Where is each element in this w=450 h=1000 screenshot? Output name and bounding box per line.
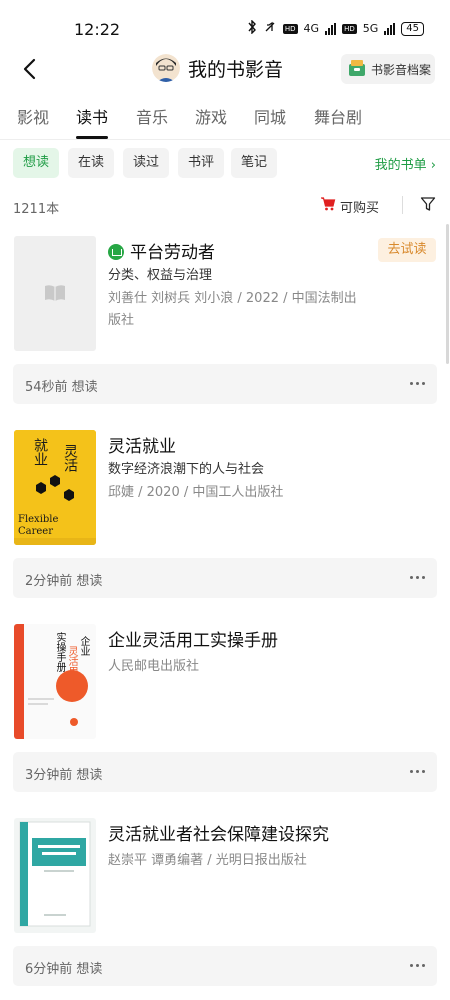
tab-games[interactable]: 游戏 [195, 104, 227, 128]
book-meta: 人民邮电出版社 [108, 659, 200, 674]
buyable-filter[interactable]: 可购买 [320, 196, 379, 216]
buyable-label: 可购买 [340, 200, 380, 216]
more-icon[interactable] [410, 770, 425, 773]
mute-icon [263, 20, 277, 37]
bluetooth-icon [247, 19, 257, 37]
book-cover[interactable]: 灵活 就业 Flexible Career [14, 430, 96, 545]
divider [402, 196, 403, 214]
status-icons: HD 4G HD 5G 45 [247, 19, 424, 37]
archive-button[interactable]: 书影音档案 [341, 54, 435, 84]
chevron-right-icon: › [426, 158, 436, 173]
more-icon[interactable] [410, 382, 425, 385]
battery-icon: 45 [401, 21, 424, 36]
title-wrap: 我的书影音 [152, 54, 283, 82]
category-tabs: 影视 读书 音乐 游戏 同城 舞台剧 [0, 104, 450, 140]
cover-en-2: Career [18, 526, 54, 537]
cart-icon [320, 196, 336, 216]
book-title[interactable]: 灵活就业者社会保障建设探究 [108, 820, 329, 845]
chip-want-read[interactable]: 想读 [13, 148, 59, 178]
hd-badge-2: HD [342, 23, 357, 34]
svg-text:就业: 就业 [32, 438, 48, 466]
header: 我的书影音 书影音档案 [0, 50, 450, 90]
cover-title-c: 实操手册 [54, 632, 65, 672]
signal-icon-2 [384, 22, 396, 35]
book-meta: 邱婕 / 2020 / 中国工人出版社 [108, 485, 284, 500]
tab-active-indicator [76, 136, 108, 139]
scrollbar[interactable] [446, 224, 449, 364]
item-footer: 54秒前 想读 [13, 364, 437, 404]
book-cover-placeholder[interactable] [14, 236, 96, 351]
chip-notes[interactable]: 笔记 [231, 148, 277, 178]
footer-time: 3分钟前 想读 [25, 768, 103, 783]
book-icon [44, 284, 66, 306]
my-booklist-link[interactable]: 我的书单 › [375, 154, 436, 173]
avatar[interactable] [152, 54, 180, 82]
cover-art [19, 821, 91, 927]
tab-stage[interactable]: 舞台剧 [314, 104, 362, 128]
book-cover[interactable] [14, 818, 96, 933]
more-icon[interactable] [410, 964, 425, 967]
book-subtitle: 数字经济浪潮下的人与社会 [108, 462, 265, 477]
book-title[interactable]: 灵活就业 [108, 432, 176, 457]
book-meta: 刘善仕 刘树兵 刘小浪 / 2022 / 中国法制出版社 [108, 291, 357, 328]
back-icon[interactable] [18, 56, 44, 82]
more-icon[interactable] [410, 576, 425, 579]
trial-read-button[interactable]: 去试读 [378, 238, 436, 262]
tab-local[interactable]: 同城 [254, 104, 286, 128]
status-time: 12:22 [74, 20, 121, 39]
book-title-text: 平台劳动者 [130, 243, 215, 263]
archive-label: 书影音档案 [371, 62, 432, 77]
chip-reading[interactable]: 在读 [68, 148, 114, 178]
page-title: 我的书影音 [188, 58, 284, 81]
readable-icon [108, 244, 124, 260]
book-meta: 赵崇平 谭勇编著 / 光明日报出版社 [108, 853, 307, 868]
tab-books[interactable]: 读书 [76, 104, 108, 128]
chip-reviews[interactable]: 书评 [178, 148, 224, 178]
hd-badge-1: HD [282, 23, 298, 34]
book-title[interactable]: 企业灵活用工实操手册 [108, 626, 278, 651]
item-footer: 3分钟前 想读 [13, 752, 437, 792]
signal-icon-1 [325, 22, 337, 35]
network-4g-label: 4G [303, 22, 320, 35]
status-bar: 12:22 HD 4G HD 5G 45 [0, 0, 450, 50]
chip-read[interactable]: 读过 [123, 148, 169, 178]
footer-time: 2分钟前 想读 [25, 574, 103, 589]
book-title[interactable]: 平台劳动者 [108, 238, 215, 263]
svg-text:灵活: 灵活 [62, 444, 78, 472]
item-footer: 6分钟前 想读 [13, 946, 437, 986]
cover-en-1: Flexible [18, 514, 59, 525]
archive-icon [347, 58, 367, 81]
footer-time: 54秒前 想读 [25, 380, 98, 395]
tab-movies[interactable]: 影视 [17, 104, 49, 128]
book-count: 1211本 [13, 202, 60, 217]
item-footer: 2分钟前 想读 [13, 558, 437, 598]
footer-time: 6分钟前 想读 [25, 962, 103, 977]
my-booklist-label: 我的书单 [374, 158, 427, 173]
book-subtitle: 分类、权益与治理 [108, 268, 213, 283]
tab-music[interactable]: 音乐 [136, 104, 168, 128]
filter-icon[interactable] [420, 196, 436, 212]
book-cover[interactable]: 企业 灵活用工 实操手册 [14, 624, 96, 739]
network-5g-label: 5G [362, 22, 379, 35]
